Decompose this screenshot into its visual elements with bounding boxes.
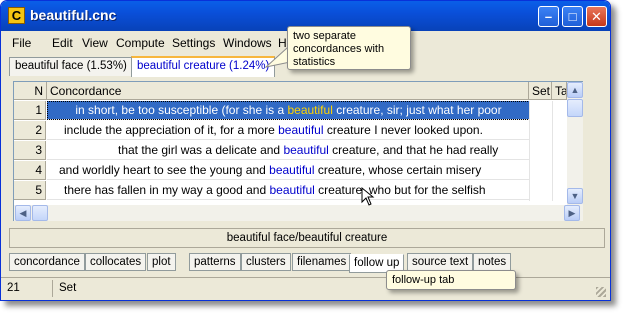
callout-follow-up-tab: follow-up tab: [386, 270, 516, 290]
mouse-cursor-icon: [361, 186, 375, 206]
callout-two-concordances: two separate concordances with statistic…: [287, 26, 411, 70]
